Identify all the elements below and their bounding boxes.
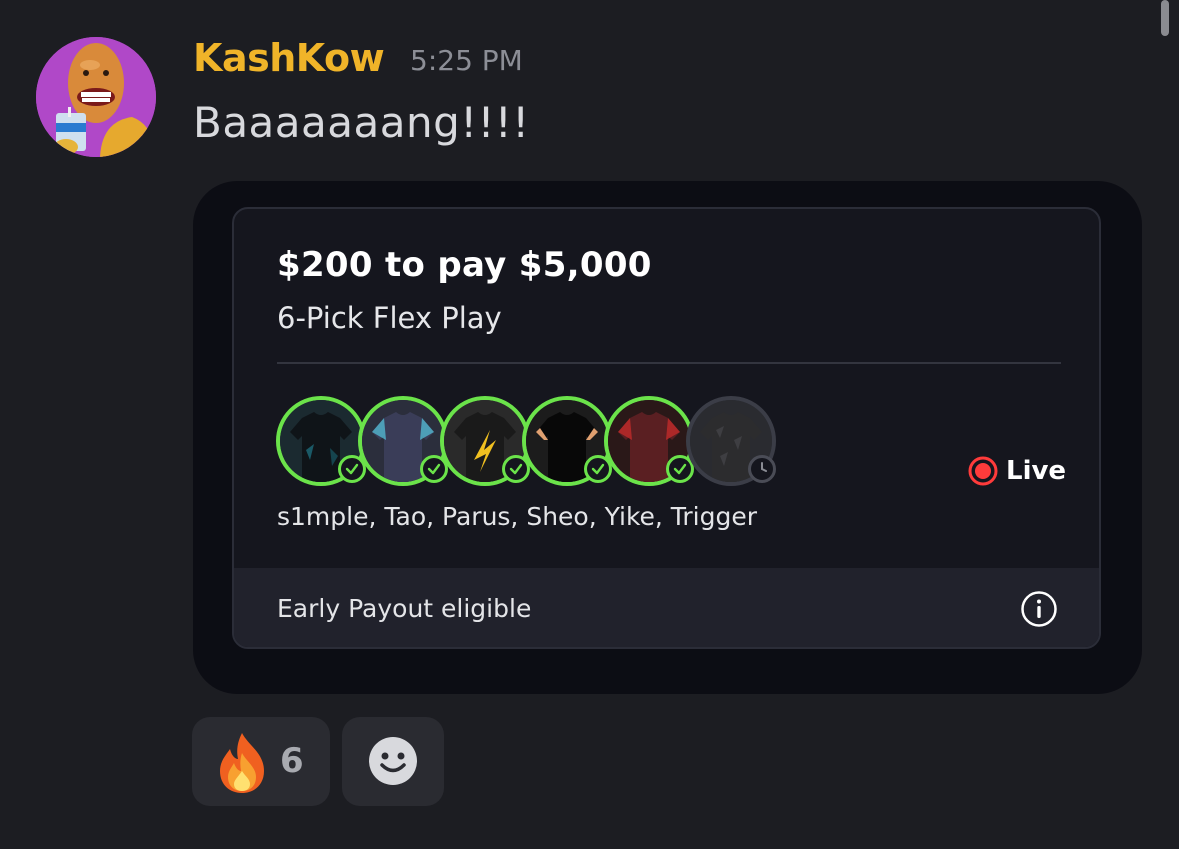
pick-avatar[interactable]	[522, 396, 612, 486]
card-footer[interactable]: Early Payout eligible	[234, 568, 1099, 647]
message-text: Baaaaaaang!!!!	[193, 98, 530, 147]
username[interactable]: KashKow	[193, 36, 385, 80]
chat-view: KashKow 5:25 PM Baaaaaaang!!!! $200 to p…	[0, 0, 1179, 849]
bet-card[interactable]: $200 to pay $5,000 6-Pick Flex Play s1mp…	[232, 207, 1101, 649]
fire-icon	[220, 733, 264, 793]
pick-avatar[interactable]	[686, 396, 776, 486]
early-payout-label: Early Payout eligible	[277, 594, 532, 623]
scrollbar-thumb[interactable]	[1161, 0, 1169, 36]
smiley-icon	[369, 737, 417, 785]
live-status: Live	[968, 453, 1066, 489]
picks-players: s1mple, Tao, Parus, Sheo, Yike, Trigger	[277, 502, 758, 531]
card-subtitle: 6-Pick Flex Play	[277, 301, 502, 335]
timestamp: 5:25 PM	[410, 44, 523, 77]
divider	[277, 362, 1061, 364]
reaction-fire[interactable]: 6	[192, 717, 330, 806]
info-icon[interactable]	[1020, 590, 1058, 628]
live-label: Live	[1006, 456, 1067, 486]
avatar[interactable]	[36, 37, 156, 157]
pick-avatar[interactable]	[358, 396, 448, 486]
card-title: $200 to pay $5,000	[277, 245, 652, 285]
pick-avatar[interactable]	[604, 396, 694, 486]
avatar-image	[36, 37, 156, 157]
clock-icon	[748, 455, 776, 483]
add-reaction-button[interactable]	[342, 717, 444, 806]
reaction-count: 6	[280, 741, 304, 781]
pick-avatar[interactable]	[276, 396, 366, 486]
picks-row	[274, 396, 794, 496]
pick-avatar[interactable]	[440, 396, 530, 486]
live-indicator-icon	[968, 456, 998, 486]
